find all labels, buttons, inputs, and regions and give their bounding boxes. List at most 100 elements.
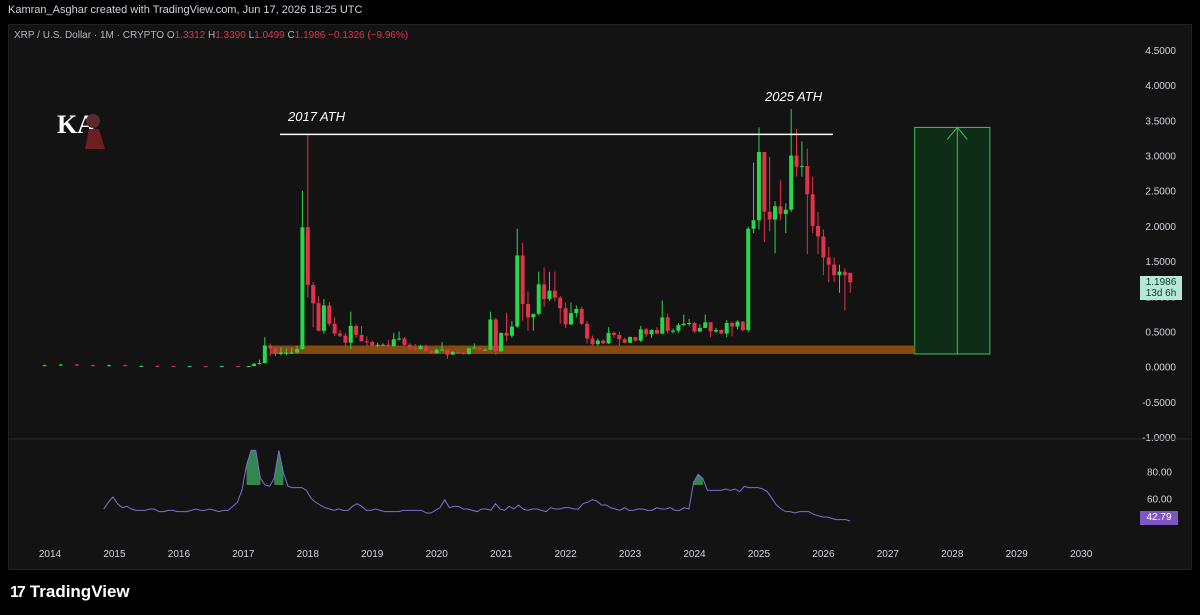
candle-body (660, 317, 665, 334)
price-tick-label: 4.5000 (1145, 46, 1176, 57)
last-price-value: 1.1986 (1145, 277, 1177, 288)
candle-body (90, 365, 95, 367)
candle-body (789, 155, 794, 210)
candle-body (692, 323, 697, 332)
candle-body (219, 366, 224, 368)
candle-body (402, 338, 407, 345)
candle-body (305, 227, 310, 286)
candle-body (773, 206, 778, 220)
annotation-2025-ath: 2025 ATH (764, 89, 823, 104)
candle-body (289, 352, 294, 354)
last-price-badge: 1.1986 13d 6h (1140, 276, 1182, 300)
candle-body (359, 334, 364, 342)
candle-body (488, 319, 493, 350)
candle-body (332, 323, 337, 334)
tradingview-mark-icon: 17 (10, 584, 26, 601)
tradingview-logo[interactable]: 17 TradingView (10, 582, 130, 602)
candle-body (391, 339, 396, 347)
rsi-group (8, 438, 1192, 522)
candle-body (531, 313, 536, 318)
price-tick-label: 4.0000 (1145, 81, 1176, 92)
rsi-axis[interactable]: 80.00 60.00 (1147, 468, 1172, 506)
author-avatar-icon: KA (55, 103, 107, 149)
time-tick-label: 2018 (297, 549, 320, 560)
time-tick-label: 2028 (941, 549, 964, 560)
rsi-line (103, 449, 851, 522)
candle-body (123, 365, 128, 367)
price-tick-label: 2.0000 (1145, 222, 1176, 233)
candle-body (413, 348, 418, 350)
time-tick-label: 2016 (168, 549, 191, 560)
candle-body (542, 284, 547, 300)
time-axis[interactable]: 2014 2015 2016 2017 2018 2019 2020 2021 2022 2023… (39, 549, 1093, 560)
candle-body (654, 330, 659, 334)
time-tick-label: 2030 (1070, 549, 1093, 560)
candle-body (295, 349, 300, 353)
candle-body (762, 152, 767, 212)
candle-body (58, 364, 63, 366)
candle-body (74, 364, 79, 366)
price-chart-svg[interactable]: 2017 ATH 2025 ATH 4.5000 4.0000 3.5000 3.000… (0, 0, 1200, 615)
author-logo: KA (55, 103, 107, 149)
bar-countdown: 13d 6h (1145, 288, 1177, 299)
tradingview-brand: TradingView (29, 582, 130, 601)
candle-body (644, 329, 649, 335)
candle-body (262, 345, 267, 364)
time-tick-label: 2021 (490, 549, 513, 560)
candle-body (440, 349, 445, 351)
candle-body (778, 206, 783, 214)
candle-body (735, 321, 740, 327)
candle-body (327, 305, 332, 324)
candle-body (601, 340, 606, 344)
candle-body (472, 347, 477, 349)
candle-body (676, 325, 681, 331)
candle-body (671, 330, 676, 332)
candle-body (509, 326, 514, 336)
price-axis[interactable]: 4.5000 4.0000 3.5000 3.0000 2.5000 2.0000 1.50… (1142, 46, 1176, 444)
candle-body (805, 166, 810, 195)
rsi-tick-label: 80.00 (1147, 468, 1172, 479)
candle-body (445, 349, 450, 355)
candle-body (622, 339, 627, 343)
candle-body (450, 351, 455, 355)
candle-body (746, 228, 751, 331)
time-tick-label: 2014 (39, 549, 62, 560)
candle-body (547, 290, 552, 300)
time-tick-label: 2022 (554, 549, 577, 560)
time-tick-label: 2015 (103, 549, 126, 560)
candle-body (687, 323, 692, 325)
candle-body (665, 317, 670, 331)
candle-body (42, 365, 47, 367)
target-zone-box (914, 126, 991, 355)
candle-body (343, 335, 348, 343)
candle-body (268, 345, 273, 349)
candle-body (107, 365, 112, 367)
candle-body (278, 352, 283, 354)
rsi-value-badge: 42.79 (1140, 511, 1178, 525)
candle-body (595, 340, 600, 345)
candle-body (617, 334, 622, 340)
candle-body (375, 344, 380, 346)
rsi-overbought-fill (246, 450, 703, 485)
candle-body (397, 338, 402, 340)
time-tick-label: 2029 (1006, 549, 1029, 560)
candle-body (423, 346, 428, 352)
candle-body (558, 297, 563, 309)
candle-body (563, 308, 568, 325)
candle-body (783, 209, 788, 214)
candle-body (520, 255, 525, 305)
price-tick-label: 1.5000 (1145, 257, 1176, 268)
time-tick-label: 2017 (232, 549, 255, 560)
candle-body (284, 352, 289, 354)
candle-body (338, 333, 343, 336)
candle-body (799, 166, 804, 168)
candle-body (585, 323, 590, 339)
time-tick-label: 2023 (619, 549, 642, 560)
candle-body (697, 327, 702, 332)
candle-body (832, 264, 837, 276)
candle-body (466, 348, 471, 354)
candle-body (364, 341, 369, 343)
price-tick-label: 0.5000 (1145, 327, 1176, 338)
candle-body (842, 271, 847, 276)
candle-body (826, 257, 831, 265)
